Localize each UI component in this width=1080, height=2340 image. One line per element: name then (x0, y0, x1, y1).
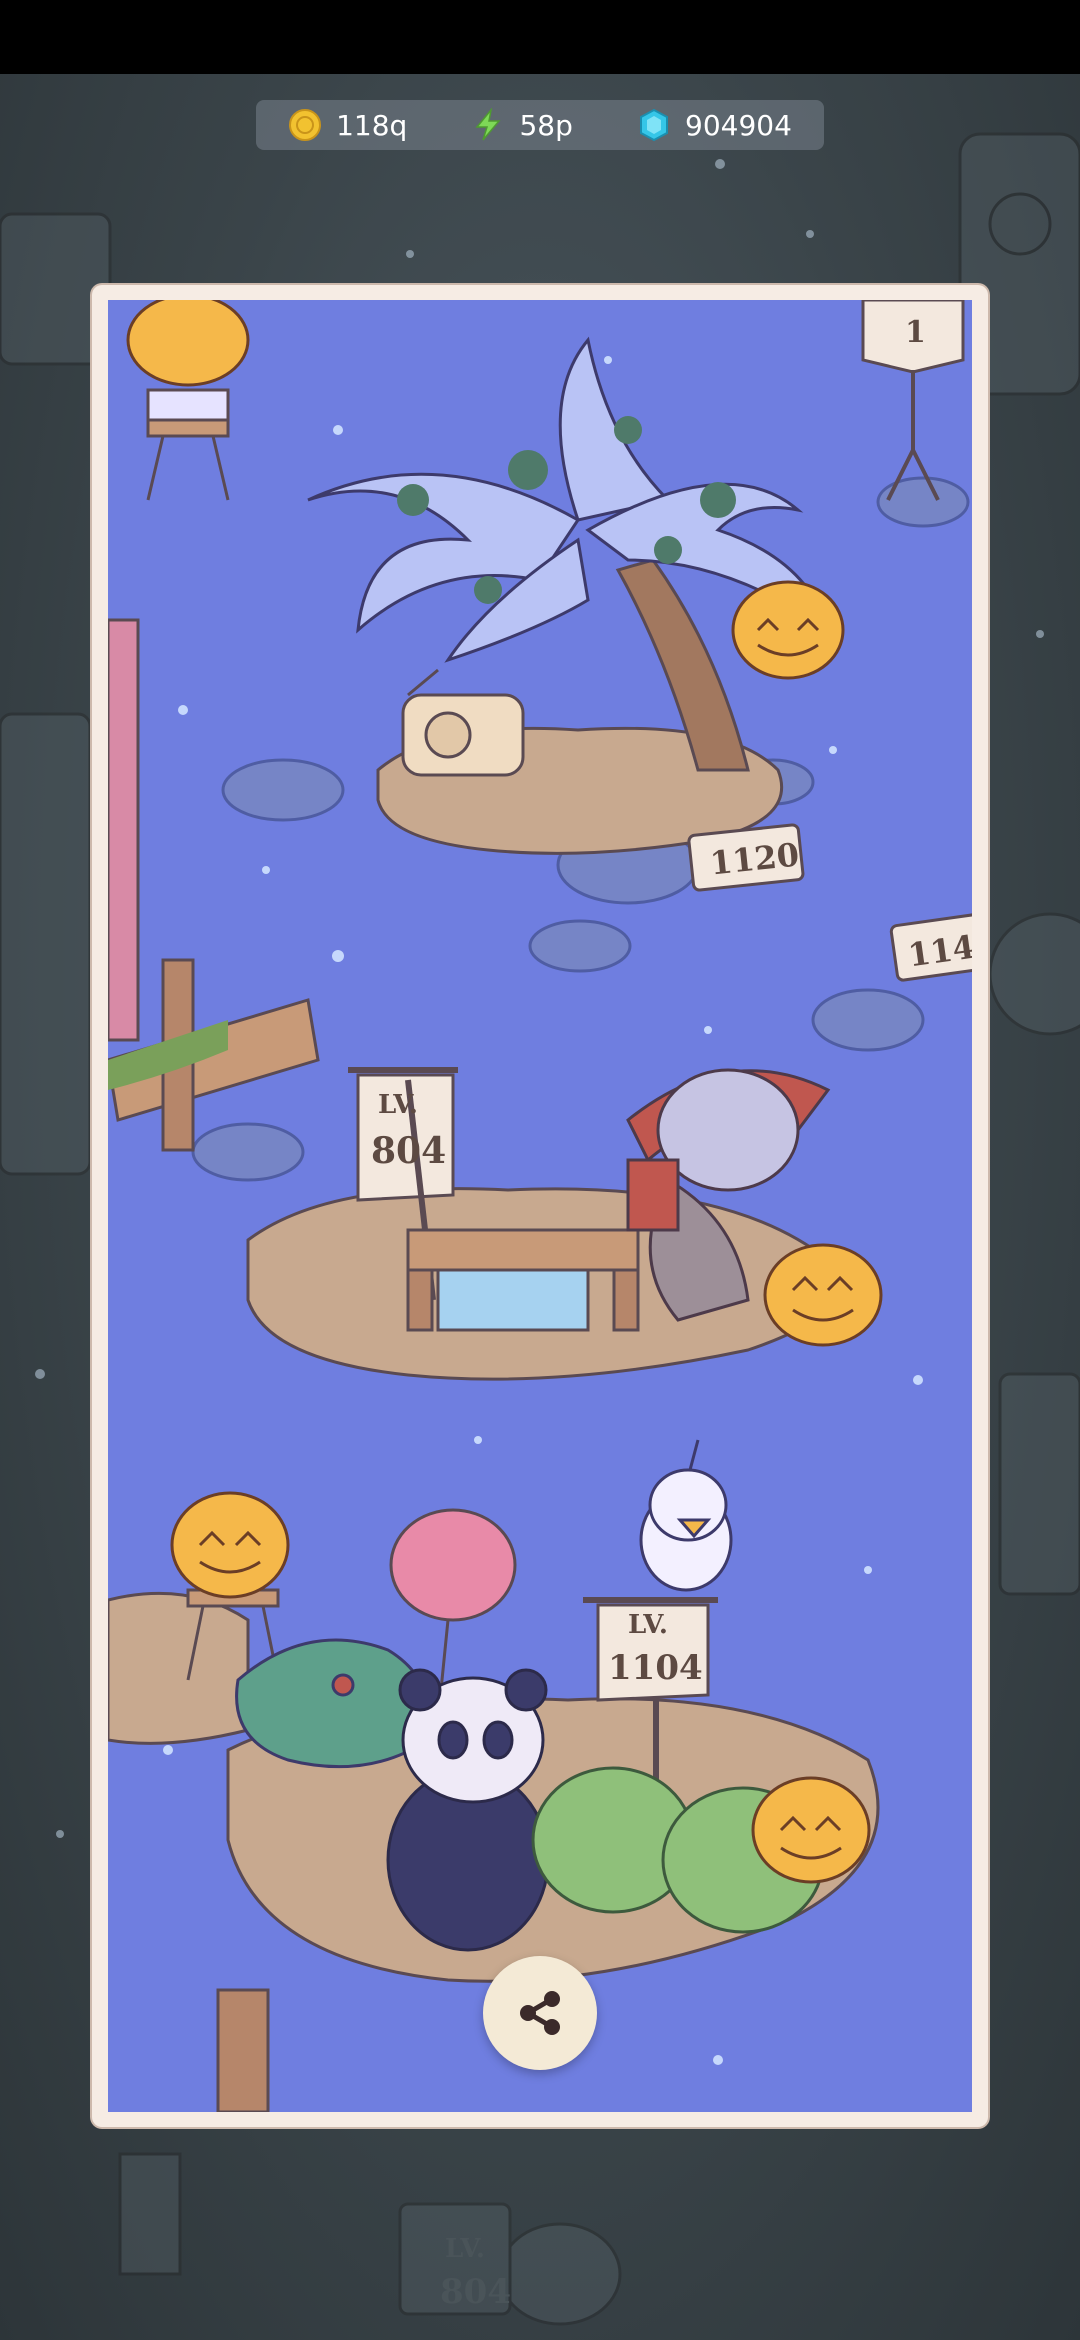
coins-value: 118q (336, 108, 408, 142)
share-icon (520, 1991, 560, 2035)
game-scene[interactable]: 1 1120 114 LV. 804 LV. 1104 (108, 300, 972, 2112)
level-sign-804-value: 804 (371, 1130, 447, 1172)
gems-counter[interactable]: 904904 (637, 108, 792, 142)
level-sign-804-prefix: LV. (378, 1090, 418, 1120)
gem-icon (640, 108, 669, 142)
coin-icon (289, 109, 322, 141)
lightning-icon (475, 108, 502, 141)
level-marker-sign-1: 1 (905, 315, 926, 350)
bg-level-sign-value: 804 (440, 2272, 511, 2312)
coins-counter[interactable]: 118q (288, 108, 407, 142)
level-sign-1104-prefix: LV. (628, 1610, 668, 1640)
energy-counter[interactable]: 58p (471, 108, 573, 142)
gems-value: 904904 (685, 108, 792, 142)
share-button[interactable] (483, 1956, 597, 2070)
status-bar (0, 0, 1080, 74)
resource-bar: 118q 58p 904904 (256, 100, 824, 150)
energy-value: 58p (519, 108, 573, 142)
bg-level-sign-prefix: LV. (445, 2234, 485, 2264)
scene-artwork (108, 300, 972, 2112)
level-sign-1104-value: 1104 (608, 1648, 703, 1688)
